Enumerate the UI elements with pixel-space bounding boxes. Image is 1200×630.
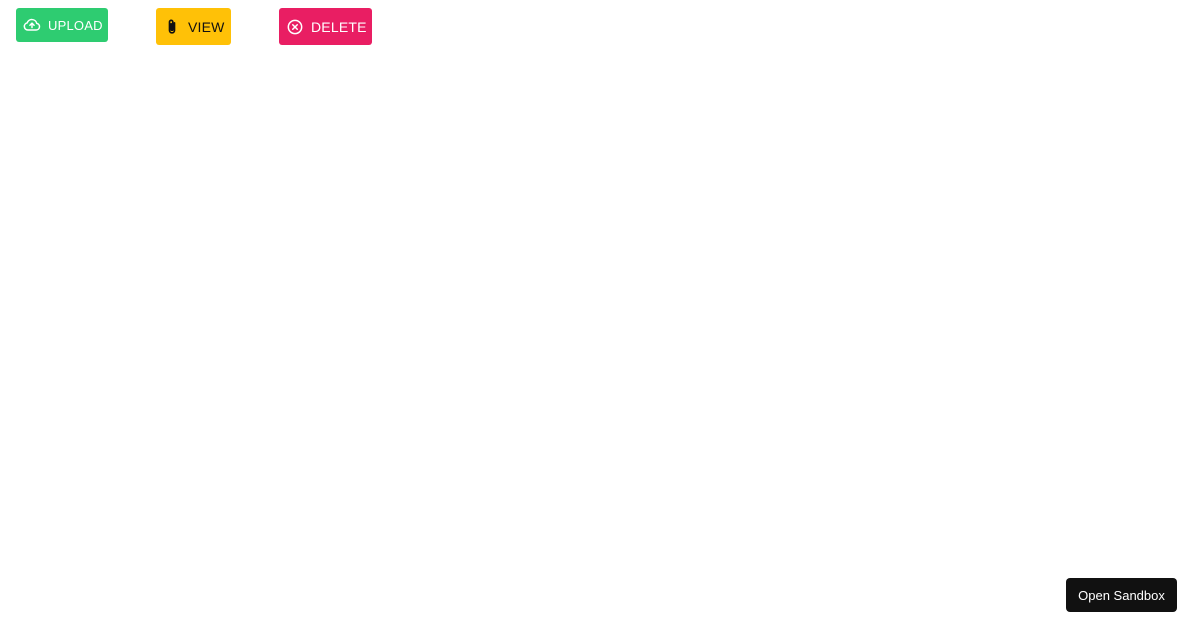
upload-button-label: UPLOAD	[48, 17, 103, 33]
paperclip-icon	[162, 17, 182, 37]
cancel-circle-icon	[285, 17, 305, 37]
view-button[interactable]: VIEW	[156, 8, 231, 45]
delete-button[interactable]: DELETE	[279, 8, 372, 45]
open-sandbox-label: Open Sandbox	[1078, 587, 1165, 603]
view-button-label: VIEW	[188, 18, 225, 35]
page: UPLOAD VIEW DELETE Open Sandbox	[0, 0, 1200, 630]
delete-button-label: DELETE	[311, 18, 367, 35]
cloud-upload-icon	[22, 15, 42, 35]
upload-button[interactable]: UPLOAD	[16, 8, 108, 42]
open-sandbox-button[interactable]: Open Sandbox	[1066, 578, 1177, 612]
